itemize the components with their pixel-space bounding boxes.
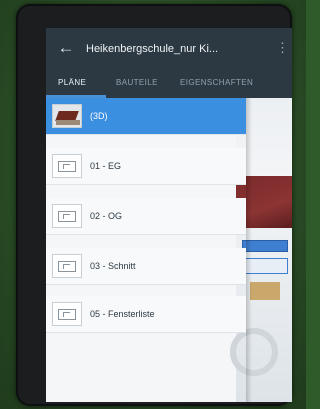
- more-vert-icon[interactable]: ⋮: [276, 38, 289, 58]
- list-item[interactable]: 01 - EG: [46, 148, 246, 185]
- plan-sketch: [58, 261, 76, 272]
- list-item-label: (3D): [90, 111, 108, 121]
- list-item-label: 05 - Fensterliste: [90, 309, 155, 319]
- drawer-shadow: [246, 98, 252, 402]
- tab-eigenschaften[interactable]: EIGENSCHAFTEN: [180, 68, 253, 98]
- list-item[interactable]: 03 - Schnitt: [46, 248, 246, 285]
- floor-plan-thumbnail: [52, 154, 82, 178]
- phone-device: ← Heikenbergschule_nur Ki... ⋮ PLÄNE BAU…: [16, 4, 292, 406]
- list-item-label: 01 - EG: [90, 161, 122, 171]
- list-item[interactable]: (3D): [46, 98, 246, 135]
- floor-plan-thumbnail: [52, 204, 82, 228]
- app-screen: ← Heikenbergschule_nur Ki... ⋮ PLÄNE BAU…: [46, 28, 292, 402]
- tab-bauteile[interactable]: BAUTEILE: [116, 68, 158, 98]
- tab-plaene[interactable]: PLÄNE: [58, 68, 86, 98]
- tab-bar: PLÄNE BAUTEILE EIGENSCHAFTEN: [46, 68, 292, 98]
- model-base: [56, 120, 80, 125]
- 3d-model-thumbnail: [52, 104, 82, 128]
- arrow-back-icon[interactable]: ←: [56, 38, 76, 58]
- model-element: [250, 282, 280, 300]
- plan-sketch: [58, 161, 76, 172]
- plan-sketch: [58, 309, 76, 320]
- list-item[interactable]: 05 - Fensterliste: [46, 296, 246, 333]
- list-item-label: 03 - Schnitt: [90, 261, 136, 271]
- plan-list: (3D) 01 - EG 02 - OG 03 - Schnitt 05 - F…: [46, 98, 246, 402]
- section-thumbnail: [52, 254, 82, 278]
- window-list-thumbnail: [52, 302, 82, 326]
- plan-sketch: [58, 211, 76, 222]
- list-item[interactable]: 02 - OG: [46, 198, 246, 235]
- page-title: Heikenbergschule_nur Ki...: [86, 43, 219, 55]
- list-item-label: 02 - OG: [90, 211, 123, 221]
- app-bar: ← Heikenbergschule_nur Ki... ⋮: [46, 28, 292, 68]
